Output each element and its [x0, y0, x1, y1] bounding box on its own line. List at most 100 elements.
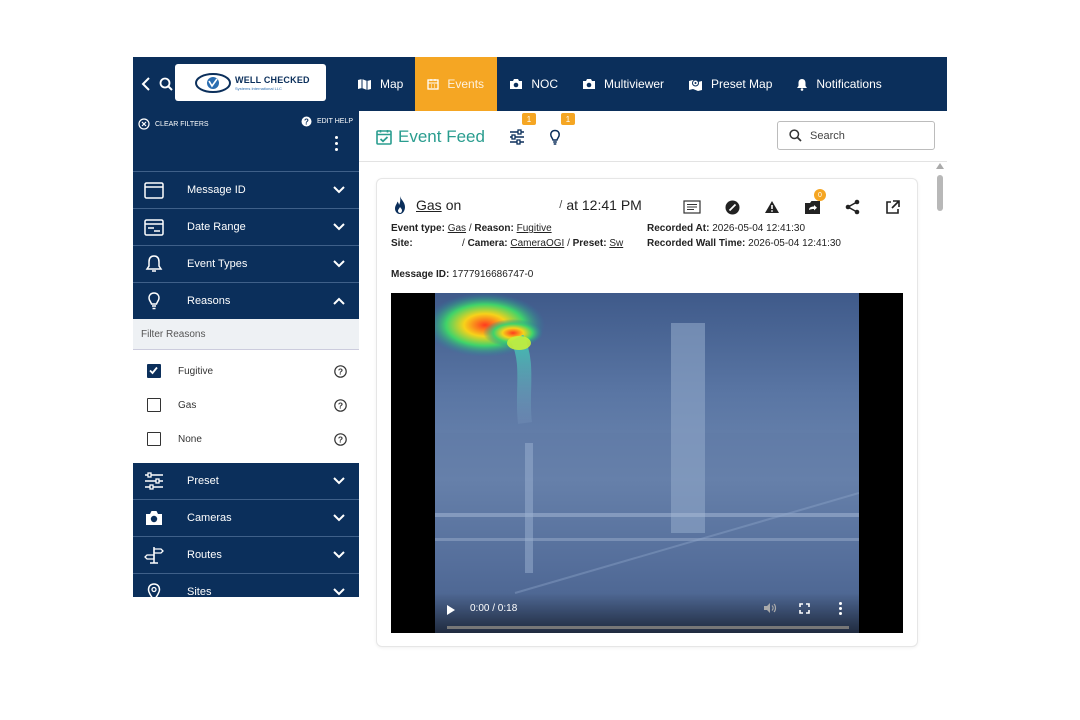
preset-value[interactable]: Sw	[609, 238, 623, 249]
message-id-value: 1777916686747-0	[452, 269, 534, 280]
chevron-down-icon	[333, 588, 345, 596]
reasons-filter-panel: Filter Reasons Fugitive ? Gas ? None ?	[133, 319, 359, 463]
field-label: Recorded At:	[647, 223, 710, 234]
sidebar-item-date-range[interactable]: Date Range	[133, 208, 359, 245]
play-button-icon[interactable]	[447, 605, 455, 615]
nav-notifications-label: Notifications	[816, 77, 882, 91]
chevron-down-icon	[333, 514, 345, 522]
help-circle-icon[interactable]: ?	[334, 364, 347, 378]
company-logo[interactable]: WELL CHECKED Systems International LLC	[175, 64, 326, 101]
site-field: Site:	[391, 238, 413, 249]
logo-title: WELL CHECKED	[235, 74, 310, 85]
sidebar-item-message-id[interactable]: Message ID	[133, 171, 359, 208]
fugitive-checkbox[interactable]	[147, 364, 161, 378]
chevron-down-icon	[333, 260, 345, 268]
lightbulb-icon[interactable]	[547, 129, 563, 145]
video-progress-bar[interactable]	[447, 626, 849, 629]
camera-value[interactable]: CameraOGI	[510, 238, 564, 249]
gas-checkbox[interactable]	[147, 398, 161, 412]
recorded-at-field: Recorded At: 2026-05-04 12:41:30	[647, 223, 805, 234]
dismiss-button[interactable]	[712, 197, 752, 217]
map-marker-icon	[689, 79, 703, 91]
open-external-button[interactable]	[872, 197, 912, 217]
close-circle-icon	[138, 118, 150, 130]
search-input[interactable]	[808, 128, 932, 143]
nav-noc[interactable]: NOC	[497, 57, 570, 111]
reason-value[interactable]: Fugitive	[517, 223, 552, 234]
volume-icon[interactable]	[763, 602, 777, 614]
back-chevron-icon[interactable]	[139, 75, 153, 93]
alert-button[interactable]	[752, 197, 792, 217]
event-type-link[interactable]: Gas	[416, 197, 442, 213]
share-button[interactable]	[832, 197, 872, 217]
nav-multiviewer[interactable]: Multiviewer	[570, 57, 676, 111]
nav-preset-map[interactable]: Preset Map	[676, 57, 784, 111]
camera-icon	[510, 79, 523, 89]
scrollbar-thumb[interactable]	[937, 175, 943, 211]
logo-text: WELL CHECKED Systems International LLC	[235, 75, 310, 91]
more-vert-icon[interactable]	[335, 136, 339, 151]
calendar-icon	[427, 79, 439, 90]
sidebar-item-event-types[interactable]: Event Types	[133, 245, 359, 282]
event-video-player[interactable]: 0:00 / 0:18	[391, 293, 903, 633]
search-icon[interactable]	[159, 75, 173, 93]
help-circle-icon: ?	[301, 116, 312, 127]
forward-box-icon	[804, 200, 820, 214]
nav-map-label: Map	[380, 77, 404, 91]
sidebar-item-label: Date Range	[187, 221, 246, 233]
clear-filters-button[interactable]: CLEAR FILTERS	[138, 118, 209, 130]
search-box[interactable]	[777, 121, 935, 150]
sidebar-item-label: Preset	[187, 475, 219, 487]
help-circle-icon[interactable]: ?	[334, 432, 347, 446]
svg-text:?: ?	[338, 366, 343, 376]
lightbulb-icon	[148, 292, 160, 310]
event-card: Gas on / at 12:41 PM 0 Event type: Gas /…	[376, 178, 918, 647]
field-separator: /	[567, 238, 570, 249]
feed-scrollbar[interactable]	[936, 163, 944, 267]
camera-icon	[146, 511, 162, 525]
video-menu-icon[interactable]	[839, 602, 842, 615]
filter-sidebar: CLEAR FILTERS ? EDIT HELP Message ID Dat…	[133, 111, 359, 601]
top-left-controls	[139, 75, 173, 93]
sliders-icon	[145, 472, 163, 490]
sidebar-item-routes[interactable]: Routes	[133, 536, 359, 573]
filter-reasons-header: Filter Reasons	[133, 319, 359, 350]
scroll-up-arrow-icon[interactable]	[936, 163, 944, 169]
chevron-down-icon	[333, 223, 345, 231]
sidebar-item-label: Reasons	[187, 295, 231, 307]
svg-text:?: ?	[338, 400, 343, 410]
edit-help-label: EDIT HELP	[316, 118, 353, 125]
signpost-icon	[144, 547, 164, 564]
sidebar-item-label: Sites	[187, 586, 212, 598]
event-on-word: on	[445, 197, 462, 213]
details-button[interactable]	[672, 197, 712, 217]
page-title: Event Feed	[398, 127, 485, 146]
fullscreen-icon[interactable]	[799, 603, 810, 614]
edit-help-button[interactable]: ? EDIT HELP	[301, 116, 353, 127]
event-actions: 0	[672, 189, 912, 217]
field-separator: /	[468, 223, 472, 234]
reason-label: None	[178, 433, 202, 445]
recorded-wall-time-value: 2026-05-04 12:41:30	[748, 238, 841, 249]
event-feed-area: Event Feed 1 1 Gas on / at 12:41 PM	[359, 111, 947, 663]
nav-map[interactable]: Map	[345, 57, 415, 111]
share-count-badge: 0	[814, 189, 826, 201]
app-window: WELL CHECKED Systems International LLC M…	[133, 57, 947, 663]
nav-events[interactable]: Events	[415, 57, 498, 111]
tune-filter-icon[interactable]	[509, 129, 525, 145]
feed-header: Event Feed 1 1	[359, 111, 947, 162]
recorded-wall-time-field: Recorded Wall Time: 2026-05-04 12:41:30	[647, 238, 841, 249]
filter-count-badge: 1	[522, 113, 536, 125]
sidebar-item-reasons[interactable]: Reasons	[133, 282, 359, 319]
none-checkbox[interactable]	[147, 432, 161, 446]
message-id-field: Message ID: 1777916686747-0	[391, 269, 533, 280]
event-type-value[interactable]: Gas	[448, 223, 466, 234]
video-controls: 0:00 / 0:18	[391, 593, 903, 633]
nav-notifications[interactable]: Notifications	[784, 57, 893, 111]
help-circle-icon[interactable]: ?	[334, 398, 347, 412]
forward-button[interactable]: 0	[792, 189, 832, 217]
sidebar-item-sites[interactable]: Sites	[133, 573, 359, 610]
sidebar-item-cameras[interactable]: Cameras	[133, 499, 359, 536]
nav-multiviewer-label: Multiviewer	[604, 77, 665, 91]
sidebar-item-preset[interactable]: Preset	[133, 463, 359, 499]
